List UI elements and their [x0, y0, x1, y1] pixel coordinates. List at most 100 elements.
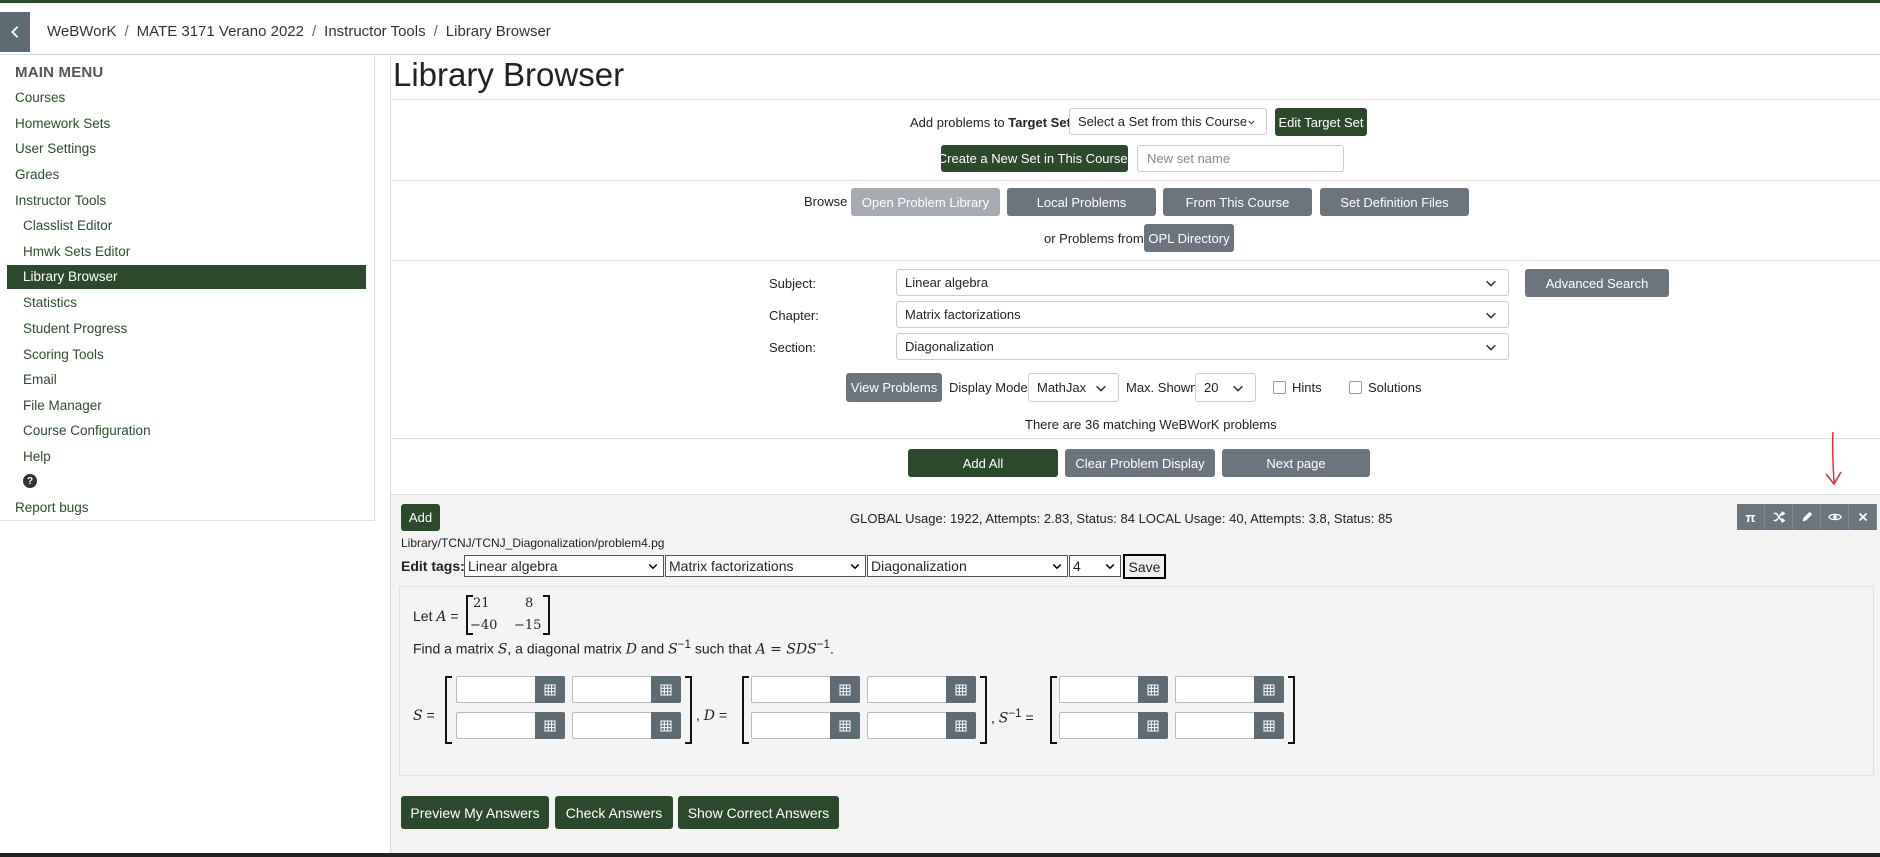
help-icon[interactable]: ? [23, 474, 37, 488]
matrix-entry-grid-icon[interactable] [830, 712, 860, 739]
sidebar-item-file-manager[interactable]: File Manager [23, 398, 102, 413]
close-icon[interactable] [1849, 504, 1877, 530]
set-definition-files-button[interactable]: Set Definition Files [1320, 188, 1469, 216]
tag-level-select[interactable]: 4 [1069, 555, 1121, 577]
shuffle-icon[interactable] [1765, 504, 1793, 530]
answer-input-s-12[interactable] [572, 676, 681, 703]
matrix-entry-grid-icon[interactable] [830, 676, 860, 703]
sidebar-item-scoring-tools[interactable]: Scoring Tools [23, 347, 104, 362]
sidebar-item-library-browser[interactable]: Library Browser [7, 265, 366, 289]
breadcrumb-item-course[interactable]: MATE 3171 Verano 2022 [137, 23, 304, 40]
chevron-down-icon [1096, 385, 1106, 392]
answer-matrix-bracket-left [742, 676, 749, 744]
create-new-set-button[interactable]: Create a New Set in This Course: [938, 145, 1131, 172]
tag-chapter-select[interactable]: Matrix factorizations [665, 555, 866, 577]
breadcrumb-item-instructor-tools[interactable]: Instructor Tools [324, 23, 425, 40]
hints-checkbox[interactable] [1273, 381, 1286, 394]
matrix-entry-grid-icon[interactable] [651, 712, 681, 739]
edit-target-set-button[interactable]: Edit Target Set [1275, 108, 1367, 136]
matrix-entry-grid-icon[interactable] [1138, 676, 1168, 703]
answer-input-d-22[interactable] [867, 712, 976, 739]
open-problem-library-button[interactable]: Open Problem Library [851, 188, 1000, 216]
or-problems-from-label: or Problems from [1044, 231, 1144, 246]
divider [391, 260, 1880, 261]
answer-input-s-11[interactable] [456, 676, 565, 703]
answer-input-sinv-21[interactable] [1059, 712, 1168, 739]
new-set-name-input[interactable]: New set name [1137, 145, 1344, 172]
back-button[interactable] [0, 12, 30, 52]
browse-label: Browse [804, 194, 848, 209]
sidebar-item-courses[interactable]: Courses [15, 90, 65, 105]
matching-count-text: There are 36 matching WeBWorK problems [1025, 417, 1277, 432]
answer-input-d-12[interactable] [867, 676, 976, 703]
breadcrumb-item-webwork[interactable]: WeBWorK [47, 23, 116, 40]
sidebar-item-classlist-editor[interactable]: Classlist Editor [23, 218, 112, 233]
sidebar-item-instructor-tools[interactable]: Instructor Tools [15, 193, 106, 208]
sidebar-item-course-configuration[interactable]: Course Configuration [23, 423, 151, 438]
next-page-button[interactable]: Next page [1222, 449, 1370, 477]
matrix-a-cell: 21 [473, 596, 490, 611]
clear-problem-display-button[interactable]: Clear Problem Display [1065, 449, 1215, 477]
section-select[interactable]: Diagonalization [896, 333, 1509, 360]
sidebar-item-homework-sets[interactable]: Homework Sets [15, 116, 110, 131]
matrix-entry-grid-icon[interactable] [535, 676, 565, 703]
breadcrumb-item-current: Library Browser [445, 23, 551, 40]
answer-matrix-bracket-right [685, 676, 692, 744]
chevron-down-icon [1052, 563, 1062, 570]
sidebar-item-report-bugs[interactable]: Report bugs [15, 500, 89, 515]
answer-input-s-22[interactable] [572, 712, 681, 739]
display-mode-label: Display Mode: [949, 380, 1032, 395]
view-problems-button[interactable]: View Problems [846, 373, 942, 402]
matrix-entry-grid-icon[interactable] [1254, 676, 1284, 703]
subject-select[interactable]: Linear algebra [896, 269, 1509, 296]
save-tags-button[interactable]: Save [1123, 554, 1166, 579]
sidebar-item-user-settings[interactable]: User Settings [15, 141, 96, 156]
advanced-search-button[interactable]: Advanced Search [1525, 269, 1669, 297]
answer-input-d-21[interactable] [751, 712, 860, 739]
check-answers-button[interactable]: Check Answers [555, 796, 673, 829]
chevron-down-icon [1248, 120, 1255, 124]
sidebar-item-student-progress[interactable]: Student Progress [23, 321, 127, 336]
answer-input-sinv-12[interactable] [1175, 676, 1284, 703]
pi-icon[interactable]: π [1737, 504, 1765, 530]
matrix-entry-grid-icon[interactable] [1138, 712, 1168, 739]
sidebar-item-statistics[interactable]: Statistics [23, 295, 77, 310]
sidebar-item-hmwk-sets-editor[interactable]: Hmwk Sets Editor [23, 244, 130, 259]
tag-section-select[interactable]: Diagonalization [867, 555, 1068, 577]
show-correct-answers-button[interactable]: Show Correct Answers [678, 796, 839, 829]
opl-directory-button[interactable]: OPL Directory [1144, 224, 1234, 252]
sidebar-item-email[interactable]: Email [23, 372, 57, 387]
eye-icon[interactable] [1821, 504, 1849, 530]
chapter-select[interactable]: Matrix factorizations [896, 301, 1509, 328]
answer-input-sinv-11[interactable] [1059, 676, 1168, 703]
answer-input-s-21[interactable] [456, 712, 565, 739]
usage-stats: GLOBAL Usage: 1922, Attempts: 2.83, Stat… [850, 511, 1393, 526]
matrix-entry-grid-icon[interactable] [535, 712, 565, 739]
answer-input-d-11[interactable] [751, 676, 860, 703]
chevron-down-icon [1105, 563, 1115, 570]
add-problem-button[interactable]: Add [401, 504, 440, 531]
matrix-entry-grid-icon[interactable] [1254, 712, 1284, 739]
from-this-course-button[interactable]: From This Course [1163, 188, 1312, 216]
page-title: Library Browser [393, 56, 625, 93]
pencil-icon[interactable] [1793, 504, 1821, 530]
max-shown-select[interactable]: 20 [1195, 373, 1256, 402]
matrix-entry-grid-icon[interactable] [946, 712, 976, 739]
target-set-select[interactable]: Select a Set from this Course [1069, 108, 1267, 135]
matrix-entry-grid-icon[interactable] [651, 676, 681, 703]
hints-label: Hints [1292, 380, 1322, 395]
tag-subject-select[interactable]: Linear algebra [464, 555, 664, 577]
sidebar-help-icon-item[interactable]: ? [23, 474, 37, 488]
matrix-a-cell: 8 [525, 596, 534, 611]
answer-input-sinv-22[interactable] [1175, 712, 1284, 739]
solutions-checkbox[interactable] [1349, 381, 1362, 394]
matrix-entry-grid-icon[interactable] [946, 676, 976, 703]
sidebar-item-grades[interactable]: Grades [15, 167, 59, 182]
display-mode-select[interactable]: MathJax [1028, 373, 1119, 402]
matrix-a-cell: −40 [470, 618, 498, 633]
sidebar-item-help[interactable]: Help [23, 449, 51, 464]
local-problems-button[interactable]: Local Problems [1007, 188, 1156, 216]
add-all-button[interactable]: Add All [908, 449, 1058, 477]
preview-my-answers-button[interactable]: Preview My Answers [401, 796, 549, 829]
answer-matrix-bracket-right [1288, 676, 1295, 744]
